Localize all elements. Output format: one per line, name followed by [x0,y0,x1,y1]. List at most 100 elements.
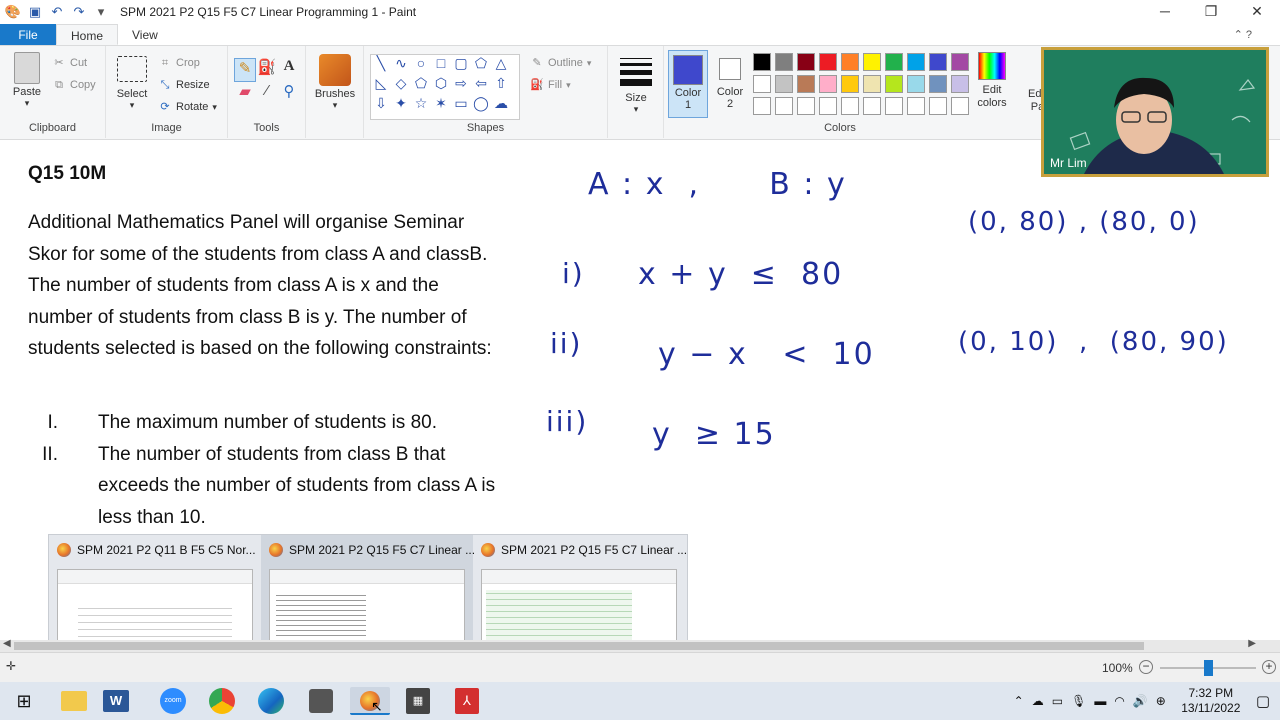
color-swatch[interactable] [797,97,815,115]
color-swatch[interactable] [929,97,947,115]
wifi-icon[interactable]: ◠ [1114,694,1124,708]
horizontal-scrollbar[interactable]: ◀ ▶ [0,638,1280,652]
paste-button[interactable]: Paste ▾ [8,52,46,109]
outline-button[interactable]: ✎ Outline ▾ [530,52,591,74]
color-swatch[interactable] [775,75,793,93]
cloud-icon[interactable]: ☁ [1032,694,1044,708]
tab-home[interactable]: Home [56,24,119,45]
color-swatch[interactable] [863,75,881,93]
fill-button[interactable]: ⛽ Fill ▾ [530,74,570,96]
color-swatch[interactable] [797,75,815,93]
rounded-rectangle-icon[interactable]: ▢ [451,55,471,75]
shapes-gallery[interactable]: ╲ ∿ ○ □ ▢ ⬠ △ ◺ ◇ ⬠ ⬡ ⇨ ⇦ ⇧ ⇩ ✦ ☆ ✶ ▭ ◯ ☁ [370,54,520,120]
tab-view[interactable]: View [118,24,172,45]
color2-button[interactable]: Color 2 [712,50,748,118]
line-shape-icon[interactable]: ╲ [371,55,391,75]
color-swatch[interactable] [841,53,859,71]
color-swatch[interactable] [951,97,969,115]
down-arrow-icon[interactable]: ⇩ [371,95,391,115]
color-swatch[interactable] [797,53,815,71]
copy-button[interactable]: ⧉ Copy [52,74,96,96]
left-arrow-icon[interactable]: ⇦ [471,75,491,95]
color-swatch[interactable] [841,75,859,93]
color-palette[interactable] [752,52,972,118]
brushes-button[interactable]: Brushes ▾ [314,54,356,111]
paint-icon[interactable] [350,687,390,715]
word-icon[interactable]: W [103,690,129,712]
color-swatch[interactable] [775,53,793,71]
video-app-icon[interactable] [309,689,333,713]
color-swatch[interactable] [951,75,969,93]
close-button[interactable]: ✕ [1234,0,1280,24]
color-swatch[interactable] [951,53,969,71]
color-swatch[interactable] [841,97,859,115]
redo-icon[interactable]: ↷ [70,3,88,21]
pdf-icon[interactable]: ⅄ [455,688,479,714]
meet-now-icon[interactable]: ▭ [1052,694,1063,708]
color-swatch[interactable] [753,75,771,93]
crop-button[interactable]: ⌗ Crop [158,52,200,74]
color-swatch[interactable] [819,53,837,71]
resize-button[interactable]: ⤡ Resize [158,74,210,96]
five-star-icon[interactable]: ☆ [411,95,431,115]
edit-colors-button[interactable]: Edit colors [972,52,1012,110]
volume-icon[interactable]: 🔊 [1133,694,1148,708]
color-swatch[interactable] [863,53,881,71]
zoom-out-button[interactable]: − [1139,660,1153,674]
color-swatch[interactable] [907,53,925,71]
edge-icon[interactable] [258,688,284,714]
pencil-icon[interactable]: ✎ [234,58,256,82]
cloud-callout-icon[interactable]: ☁ [491,95,511,115]
help-icon[interactable]: ⌃ ? [1234,28,1252,41]
notifications-icon[interactable]: ▢ [1256,692,1270,710]
save-icon[interactable]: ▣ [26,3,44,21]
callout-rect-icon[interactable]: ▭ [451,95,471,115]
color-swatch[interactable] [929,75,947,93]
color-swatch[interactable] [907,75,925,93]
polygon-shape-icon[interactable]: ⬠ [471,55,491,75]
undo-icon[interactable]: ↶ [48,3,66,21]
cut-button[interactable]: ✂ Cut [52,52,87,74]
eraser-icon[interactable]: ▰ [234,82,256,106]
rectangle-shape-icon[interactable]: □ [431,55,451,75]
text-tool-icon[interactable]: A [278,58,300,82]
customize-toolbar-icon[interactable]: ▾ [92,3,110,21]
restore-button[interactable]: ❐ [1188,0,1234,24]
callout-oval-icon[interactable]: ◯ [471,95,491,115]
color-swatch[interactable] [907,97,925,115]
color-swatch[interactable] [885,53,903,71]
triangle-shape-icon[interactable]: △ [491,55,511,75]
color-swatch[interactable] [753,97,771,115]
fill-bucket-icon[interactable]: ⛽ [256,58,278,82]
color-swatch[interactable] [885,97,903,115]
tab-file[interactable]: File [0,24,56,45]
color-swatch[interactable] [819,75,837,93]
color1-button[interactable]: Color 1 [668,50,708,118]
size-button[interactable]: Size ▾ [618,54,654,115]
diamond-shape-icon[interactable]: ◇ [391,75,411,95]
microphone-icon[interactable]: 🎙 [1071,694,1086,708]
select-button[interactable]: Select ▾ [114,56,150,111]
battery-icon[interactable]: ▬ [1094,694,1106,708]
four-star-icon[interactable]: ✦ [391,95,411,115]
scroll-right-icon[interactable]: ▶ [1248,638,1256,649]
zoom-slider-thumb[interactable] [1204,660,1213,676]
scrollbar-thumb[interactable] [14,642,1144,650]
hexagon-shape-icon[interactable]: ⬡ [431,75,451,95]
color-swatch[interactable] [775,97,793,115]
scroll-left-icon[interactable]: ◀ [3,638,11,649]
language-icon[interactable]: ⊕ [1156,694,1166,708]
zoom-in-button[interactable]: + [1262,660,1276,674]
color-swatch[interactable] [929,53,947,71]
zoom-icon[interactable]: zoom [160,688,186,714]
up-arrow-icon[interactable]: ⇧ [491,75,511,95]
calculator-icon[interactable]: ▦ [406,688,430,714]
chrome-icon[interactable] [209,688,235,714]
tray-overflow-icon[interactable]: ⌃ [1014,694,1024,708]
rotate-button[interactable]: ⟳ Rotate ▾ [158,96,217,118]
color-swatch[interactable] [753,53,771,71]
color-swatch[interactable] [819,97,837,115]
color-swatch[interactable] [885,75,903,93]
curve-shape-icon[interactable]: ∿ [391,55,411,75]
magnifier-icon[interactable]: ⚲ [278,82,300,106]
